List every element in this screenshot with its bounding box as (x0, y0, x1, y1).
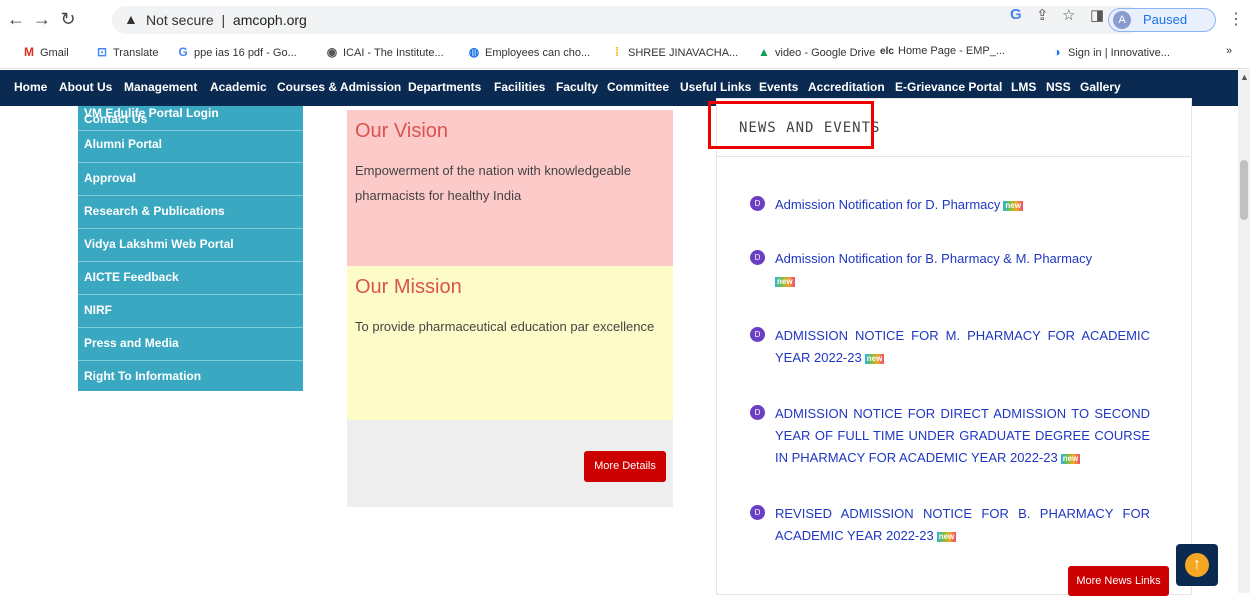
quick-links-sidebar: Contact Us VM Edulife Portal Login Alumn… (78, 106, 303, 391)
nav-facilities[interactable]: Facilities (494, 80, 545, 94)
sidepanel-icon[interactable]: ◨ (1090, 6, 1104, 24)
nav-events[interactable]: Events (759, 80, 798, 94)
highlight-box (708, 101, 874, 149)
sidebar-item-research[interactable]: Research & Publications (78, 196, 303, 229)
bookmark-jinavacha[interactable]: ⁞ SHREE JINAVACHA... (610, 45, 738, 59)
sidebar-item-aicte-feedback[interactable]: AICTE Feedback (78, 262, 303, 295)
sidebar-item-vidya-lakshmi[interactable]: Vidya Lakshmi Web Portal (78, 229, 303, 262)
icai-icon: ◉ (326, 45, 338, 59)
bullet-icon: D (750, 250, 765, 265)
arrow-up-icon: ↑ (1185, 553, 1209, 577)
scroll-up-icon[interactable]: ▲ (1240, 72, 1249, 82)
new-badge: new (1060, 453, 1081, 464)
browser-toolbar: ← → ↻ ▲ Not secure | amcoph.org G ⇪ ☆ ◨ … (0, 0, 1250, 38)
new-badge: new (864, 353, 885, 364)
new-badge: new (775, 276, 795, 287)
more-details-button[interactable]: More Details (584, 451, 666, 482)
new-badge: new (936, 531, 957, 542)
bookmarks-overflow-icon[interactable]: » (1226, 45, 1232, 57)
mission-title: Our Mission (355, 276, 462, 298)
nav-nss[interactable]: NSS (1046, 80, 1071, 94)
bookmarks-bar: M Gmail ⊡ Translate Gppe ias 16 pdf - Go..… (0, 38, 1250, 69)
mission-card: Our Mission To provide pharmaceutical ed… (347, 266, 673, 420)
nav-courses-admission[interactable]: Courses & Admission (277, 80, 401, 94)
url-text: amcoph.org (232, 12, 307, 28)
signin-icon: ◑ (1053, 45, 1061, 59)
bookmark-icai[interactable]: ◉ ICAI - The Institute... (325, 45, 444, 59)
forward-icon[interactable]: → (32, 9, 52, 30)
profile-button[interactable]: A Paused (1108, 8, 1216, 32)
bullet-icon: D (750, 505, 765, 520)
back-icon[interactable]: ← (6, 9, 26, 30)
nav-accreditation[interactable]: Accreditation (808, 80, 885, 94)
nav-about-us[interactable]: About Us (59, 80, 112, 94)
nav-gallery[interactable]: Gallery (1080, 80, 1121, 94)
sidebar-item-press-media[interactable]: Press and Media (78, 328, 303, 361)
doc-icon: ⁞ (615, 45, 619, 59)
bullet-icon: D (750, 405, 765, 420)
vision-title: Our Vision (355, 120, 449, 142)
news-divider (716, 156, 1190, 157)
gmail-icon: M (24, 45, 34, 59)
sidebar-item-approval[interactable]: Approval (78, 163, 303, 196)
google-lens-icon[interactable]: G (1010, 6, 1022, 23)
scroll-thumb[interactable] (1240, 160, 1248, 220)
scrollbar[interactable] (1238, 70, 1250, 593)
warning-icon: ▲ (124, 11, 138, 27)
mission-text: To provide pharmaceutical education par … (355, 319, 655, 334)
vision-card: Our Vision Empowerment of the nation wit… (347, 110, 673, 266)
avatar: A (1113, 11, 1131, 29)
scroll-to-top-button[interactable]: ↑ (1176, 544, 1218, 586)
sidebar-item-alumni-portal[interactable]: Alumni Portal (78, 130, 303, 163)
nav-lms[interactable]: LMS (1011, 80, 1036, 94)
sidebar-item-contact-us[interactable]: Contact Us VM Edulife Portal Login (78, 106, 303, 131)
sidebar-item-nirf[interactable]: NIRF (78, 295, 303, 328)
kebab-menu-icon[interactable]: ⋮ (1228, 9, 1244, 29)
bullet-icon: D (750, 196, 765, 211)
security-label: Not secure | amcoph.org (146, 12, 307, 28)
bullet-icon: D (750, 327, 765, 342)
bookmark-gmail[interactable]: M Gmail (22, 45, 69, 59)
vision-text: Empowerment of the nation with knowledge… (355, 163, 632, 203)
bookmark-signin[interactable]: ◑ Sign in | Innovative... (1050, 45, 1170, 59)
nav-useful-links[interactable]: Useful Links (680, 80, 751, 94)
nav-academic[interactable]: Academic (210, 80, 267, 94)
nav-faculty[interactable]: Faculty (556, 80, 598, 94)
bookmark-employees[interactable]: ◍ Employees can cho... (467, 45, 590, 59)
bookmark-drive[interactable]: ▲ video - Google Drive (757, 45, 875, 59)
bookmark-ppe[interactable]: Gppe ias 16 pdf - Go... (176, 45, 296, 59)
bookmark-elc[interactable]: elc Home Page - EMP_... (880, 45, 1005, 57)
elc-icon: elc (880, 46, 894, 57)
people-icon: ◍ (468, 45, 480, 59)
address-bar[interactable]: ▲ Not secure | amcoph.org (112, 6, 1142, 34)
profile-status: Paused (1143, 12, 1188, 27)
nav-management[interactable]: Management (124, 80, 197, 94)
new-badge: new (1003, 200, 1023, 211)
more-news-button[interactable]: More News Links (1068, 566, 1169, 596)
share-icon[interactable]: ⇪ (1036, 6, 1049, 24)
google-icon: G (178, 45, 188, 59)
nav-committee[interactable]: Committee (607, 80, 669, 94)
sidebar-item-rti[interactable]: Right To Information (78, 361, 303, 393)
nav-departments[interactable]: Departments (408, 80, 481, 94)
translate-icon: ⊡ (96, 45, 108, 59)
nav-e-grievance[interactable]: E-Grievance Portal (895, 80, 1002, 94)
star-icon[interactable]: ☆ (1062, 6, 1075, 24)
drive-icon: ▲ (758, 45, 770, 59)
reload-icon[interactable]: ↻ (58, 9, 78, 30)
nav-home[interactable]: Home (14, 80, 47, 94)
bookmark-translate[interactable]: ⊡ Translate (95, 45, 158, 59)
sidebar-item-vm-edulife[interactable]: VM Edulife Portal Login (84, 106, 219, 120)
